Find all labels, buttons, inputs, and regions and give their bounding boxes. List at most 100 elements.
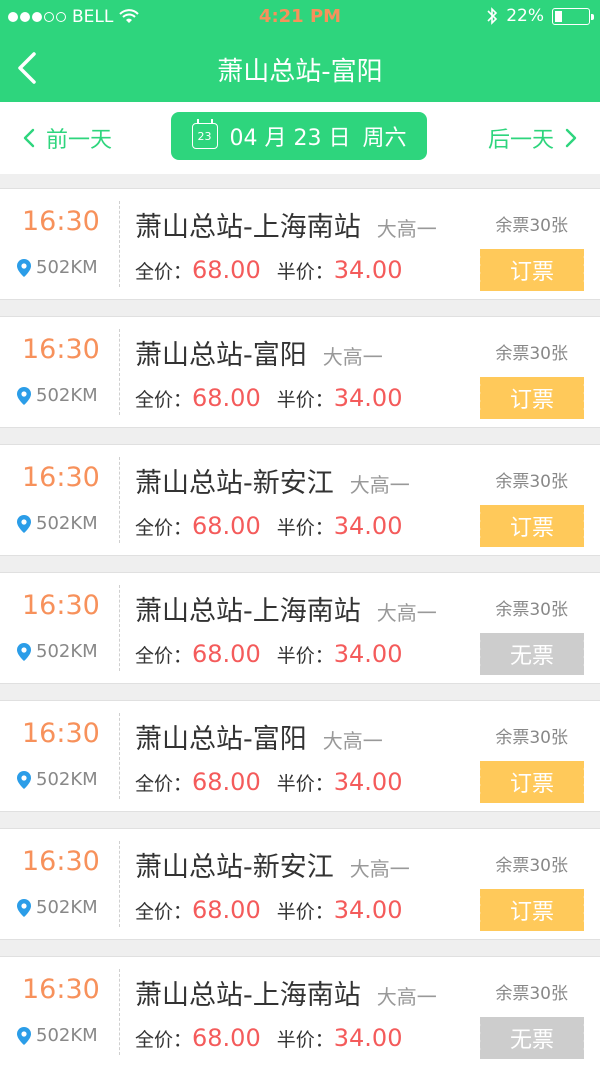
distance: 502KM [16, 1025, 98, 1046]
status-bar: BELL 4:21 PM 22% [0, 0, 600, 34]
half-price-value: 34.00 [333, 896, 403, 924]
bus-grade: 大高一 [349, 857, 410, 881]
battery-percent: 22% [506, 6, 544, 26]
half-price-label: 半价： [276, 517, 334, 539]
date-selector: 前一天 23 04 月 23 日 周六 后一天 [0, 102, 600, 174]
distance: 502KM [16, 513, 98, 534]
remaining-tickets: 余票30张 [495, 984, 568, 1004]
full-price-value: 68.00 [192, 640, 261, 668]
full-price-label: 全价： [135, 901, 193, 923]
chevron-right-icon [565, 128, 577, 148]
half-price-label: 半价： [276, 773, 334, 795]
departure-time: 16:30 [22, 974, 100, 1005]
full-price-value: 68.00 [192, 256, 261, 284]
trip-card[interactable]: 16:30 502KM 萧山总站-新安江 大高一 全价： 68.00 半价： 3… [0, 444, 600, 556]
distance-value: 502KM [36, 1025, 98, 1046]
bus-grade: 大高一 [376, 985, 437, 1009]
trip-card[interactable]: 16:30 502KM 萧山总站-富阳 大高一 全价： 68.00 半价： 34… [0, 700, 600, 812]
next-day-label: 后一天 [487, 128, 554, 153]
price-row: 全价： 68.00 半价： 34.00 [135, 896, 402, 924]
bluetooth-icon [487, 7, 498, 25]
location-pin-icon [17, 386, 31, 405]
calendar-icon: 23 [191, 119, 218, 149]
half-price-label: 半价： [276, 645, 334, 667]
bus-grade: 大高一 [376, 601, 437, 625]
bus-grade: 大高一 [376, 217, 437, 241]
full-price-label: 全价： [135, 773, 193, 795]
date-picker-button[interactable]: 23 04 月 23 日 周六 [171, 112, 427, 160]
remaining-tickets: 余票30张 [495, 600, 568, 620]
half-price-value: 34.00 [333, 512, 403, 540]
ticket-button-label: 订票 [509, 260, 554, 285]
bus-grade: 大高一 [322, 345, 383, 369]
divider [119, 201, 120, 287]
full-price-value: 68.00 [192, 384, 261, 412]
route-name: 萧山总站-新安江 [135, 852, 334, 883]
full-price-label: 全价： [135, 389, 193, 411]
nav-bar: 萧山总站-富阳 [0, 34, 600, 102]
route-name: 萧山总站-富阳 [135, 340, 307, 371]
book-ticket-button[interactable]: 订票 [477, 889, 587, 931]
remaining-tickets: 余票30张 [495, 472, 568, 492]
route-name: 萧山总站-上海南站 [135, 212, 361, 243]
half-price-value: 34.00 [333, 384, 403, 412]
remaining-tickets: 余票30张 [495, 216, 568, 236]
trip-card[interactable]: 16:30 502KM 萧山总站-上海南站 大高一 全价： 68.00 半价： … [0, 572, 600, 684]
sold-out-button: 无票 [477, 633, 587, 675]
ticket-button-label: 订票 [509, 772, 554, 797]
full-price-label: 全价： [135, 1029, 193, 1051]
selected-weekday: 周六 [362, 126, 407, 151]
divider [119, 841, 120, 927]
half-price-value: 34.00 [333, 768, 403, 796]
location-pin-icon [17, 898, 31, 917]
distance-value: 502KM [36, 769, 98, 790]
full-price-label: 全价： [135, 261, 193, 283]
divider [119, 713, 120, 799]
bus-grade: 大高一 [322, 729, 383, 753]
ticket-button-label: 订票 [509, 516, 554, 541]
distance-value: 502KM [36, 385, 98, 406]
distance: 502KM [16, 641, 98, 662]
divider [119, 969, 120, 1055]
trip-card[interactable]: 16:30 502KM 萧山总站-上海南站 大高一 全价： 68.00 半价： … [0, 188, 600, 300]
route-name: 萧山总站-上海南站 [135, 980, 361, 1011]
book-ticket-button[interactable]: 订票 [477, 249, 587, 291]
full-price-value: 68.00 [192, 512, 261, 540]
full-price-label: 全价： [135, 517, 193, 539]
full-price-label: 全价： [135, 645, 193, 667]
route-name: 萧山总站-上海南站 [135, 596, 361, 627]
distance: 502KM [16, 897, 98, 918]
half-price-value: 34.00 [333, 1024, 403, 1052]
book-ticket-button[interactable]: 订票 [477, 505, 587, 547]
departure-time: 16:30 [22, 590, 100, 621]
departure-time: 16:30 [22, 718, 100, 749]
price-row: 全价： 68.00 半价： 34.00 [135, 640, 402, 668]
distance-value: 502KM [36, 513, 98, 534]
trip-card[interactable]: 16:30 502KM 萧山总站-上海南站 大高一 全价： 68.00 半价： … [0, 956, 600, 1067]
next-day-button[interactable]: 后一天 [488, 122, 578, 154]
app-header: BELL 4:21 PM 22% 萧山总站-富阳 [0, 0, 600, 102]
distance: 502KM [16, 385, 98, 406]
half-price-label: 半价： [276, 1029, 334, 1051]
trip-list: 16:30 502KM 萧山总站-上海南站 大高一 全价： 68.00 半价： … [0, 188, 600, 1067]
price-row: 全价： 68.00 半价： 34.00 [135, 512, 402, 540]
half-price-value: 34.00 [333, 640, 403, 668]
departure-time: 16:30 [22, 462, 100, 493]
previous-day-button[interactable]: 前一天 [22, 122, 112, 154]
previous-day-label: 前一天 [46, 128, 113, 153]
distance-value: 502KM [36, 641, 98, 662]
ticket-button-label: 订票 [509, 900, 554, 925]
full-price-value: 68.00 [192, 768, 261, 796]
trip-card[interactable]: 16:30 502KM 萧山总站-富阳 大高一 全价： 68.00 半价： 34… [0, 316, 600, 428]
remaining-tickets: 余票30张 [495, 344, 568, 364]
price-row: 全价： 68.00 半价： 34.00 [135, 1024, 402, 1052]
price-row: 全价： 68.00 半价： 34.00 [135, 768, 402, 796]
trip-card[interactable]: 16:30 502KM 萧山总站-新安江 大高一 全价： 68.00 半价： 3… [0, 828, 600, 940]
book-ticket-button[interactable]: 订票 [477, 377, 587, 419]
price-row: 全价： 68.00 半价： 34.00 [135, 384, 402, 412]
location-pin-icon [17, 770, 31, 789]
battery-icon [552, 7, 594, 25]
book-ticket-button[interactable]: 订票 [477, 761, 587, 803]
half-price-label: 半价： [276, 389, 334, 411]
divider [119, 585, 120, 671]
